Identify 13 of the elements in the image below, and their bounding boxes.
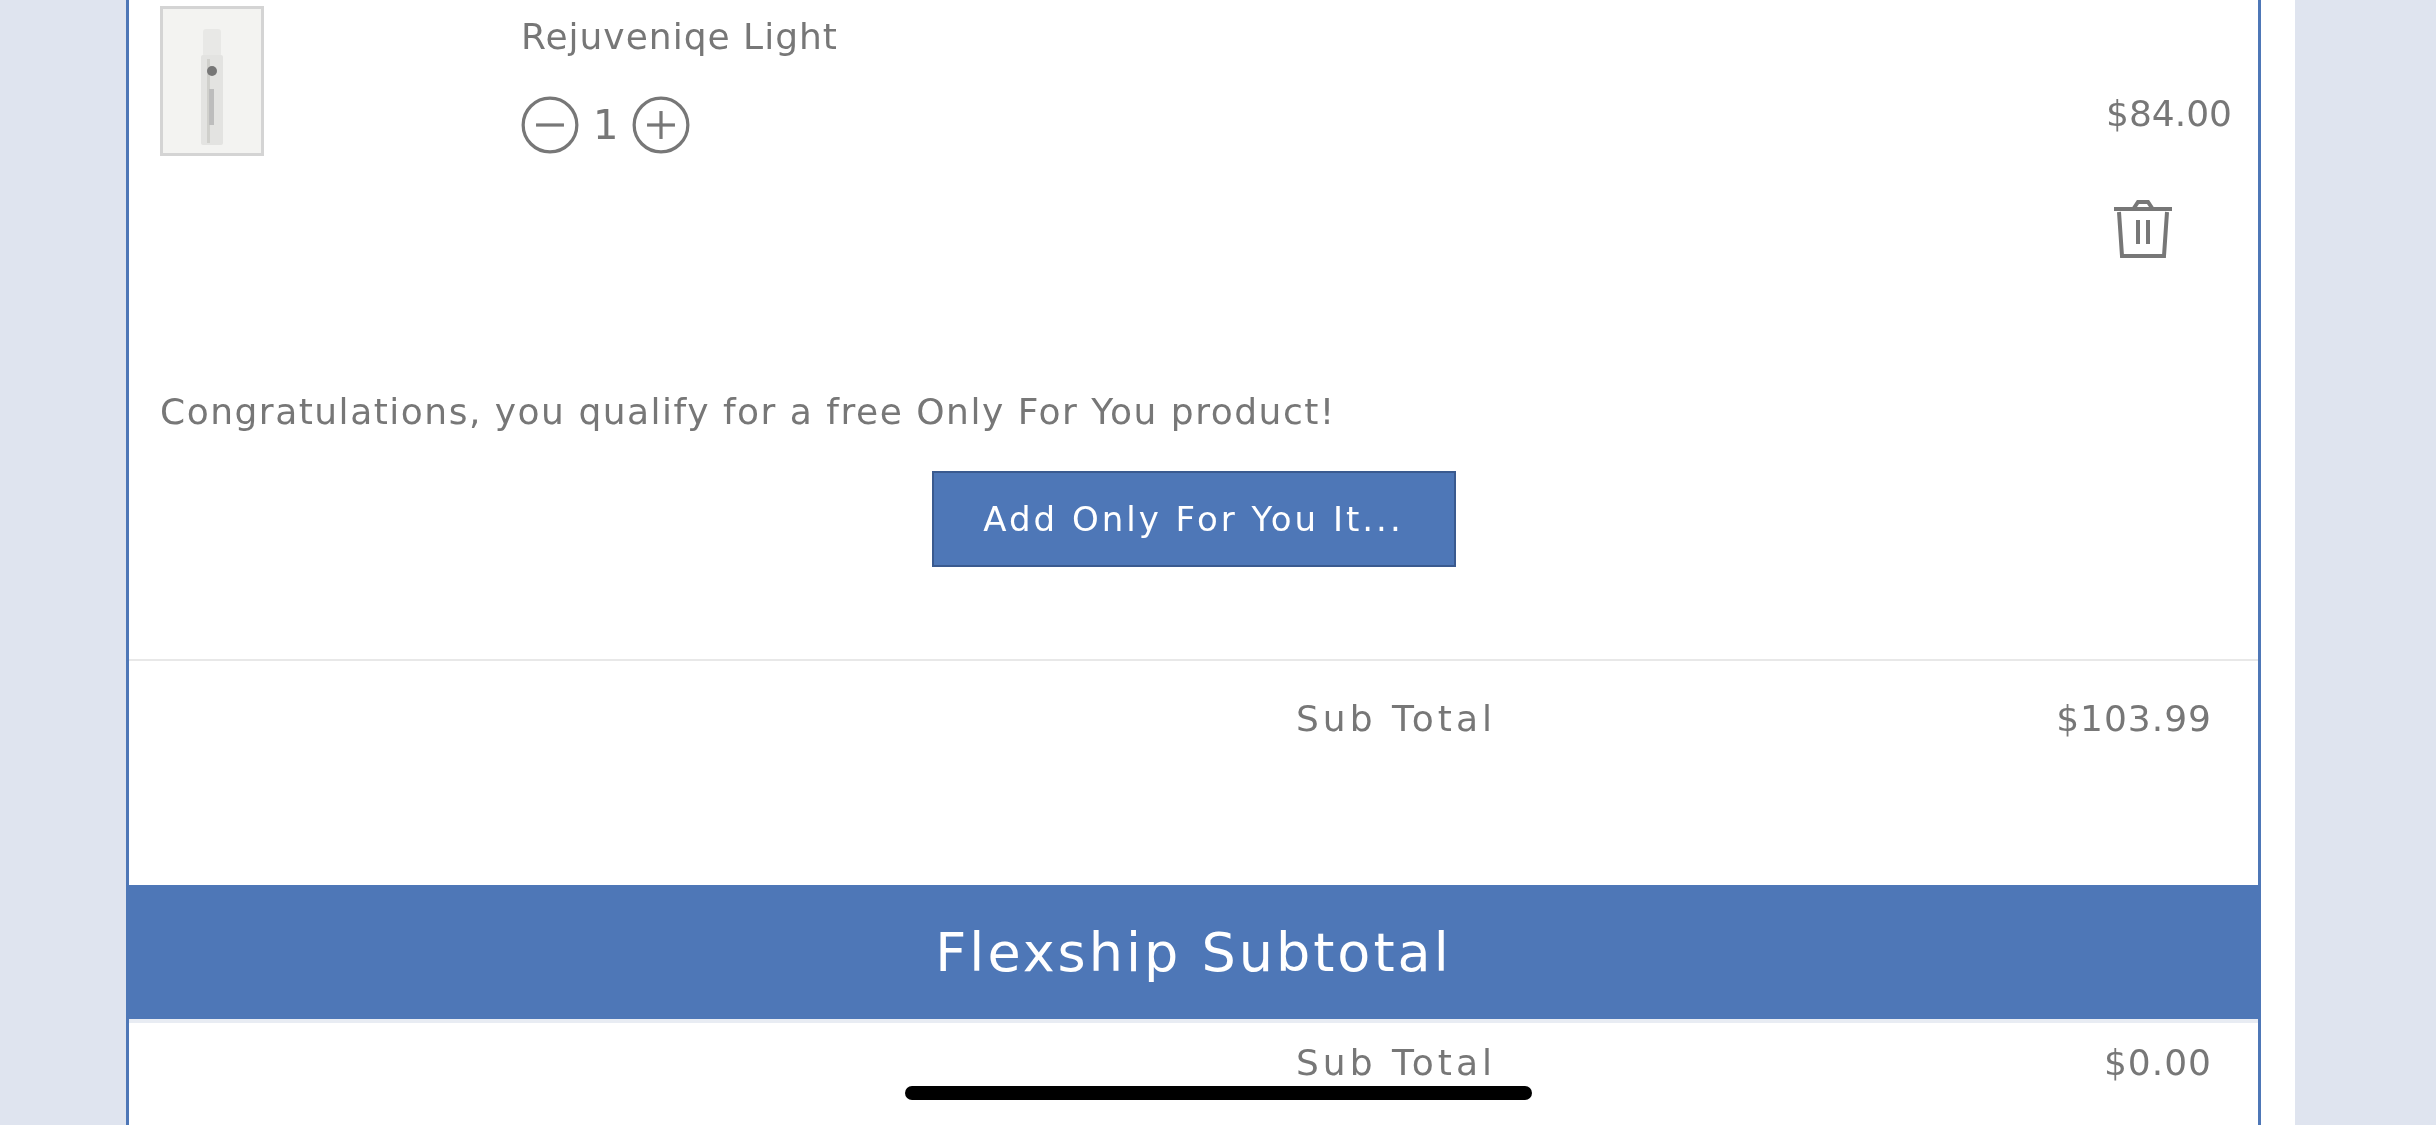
subtotal-label: Sub Total <box>1296 1041 1497 1085</box>
product-name: Rejuveniqe Light <box>521 15 838 59</box>
quantity-value: 1 <box>593 101 619 150</box>
plus-icon[interactable] <box>632 96 691 154</box>
promo-message: Congratulations, you qualify for a free Only For You product! <box>159 390 1337 434</box>
trash-icon[interactable] <box>2112 198 2174 260</box>
item-price: $84.00 <box>2106 92 2232 136</box>
subtotal-label: Sub Total <box>1296 697 1497 741</box>
subtotal-value: $0.00 <box>2103 1041 2212 1085</box>
flexship-subtotal-header: Flexship Subtotal <box>129 885 2258 1023</box>
subtotal-value: $103.99 <box>2056 697 2212 741</box>
minus-icon[interactable] <box>521 96 579 154</box>
add-only-for-you-button[interactable]: Add Only For You It... <box>931 471 1456 567</box>
